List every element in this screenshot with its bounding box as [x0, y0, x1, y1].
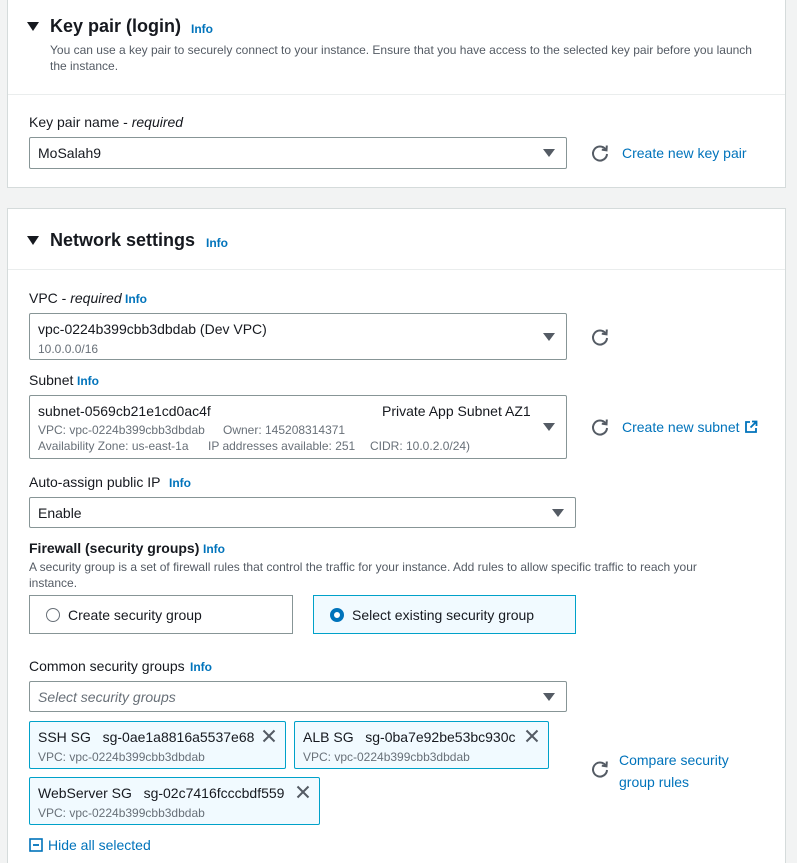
firewall-info-link[interactable]: Info [203, 542, 225, 556]
hide-all-selected-link[interactable]: Hide all selected [29, 837, 151, 853]
subnet-info-link[interactable]: Info [77, 374, 99, 388]
key-pair-description: You can use a key pair to securely conne… [50, 43, 752, 73]
key-pair-panel: Key pair (login) Info You can use a key … [7, 0, 786, 188]
chevron-down-icon [543, 423, 555, 431]
vpc-info-link[interactable]: Info [125, 292, 147, 306]
network-settings-title: Network settings [50, 230, 196, 250]
key-pair-title: Key pair (login) [50, 16, 182, 36]
key-pair-name-label: Key pair name - required [29, 114, 184, 130]
firewall-label: Firewall (security groups) [29, 540, 200, 556]
public-ip-info-link[interactable]: Info [169, 476, 191, 490]
create-subnet-link[interactable]: Create new subnet [622, 419, 758, 435]
radio-button[interactable] [46, 608, 60, 622]
compare-security-group-rules-link[interactable]: Compare security group rules [619, 749, 729, 793]
collapse-square-icon [29, 838, 43, 852]
key-pair-info-link[interactable]: Info [191, 22, 213, 36]
refresh-icon[interactable] [590, 417, 610, 437]
key-pair-select[interactable]: MoSalah9 [29, 137, 567, 169]
radio-button-selected[interactable] [330, 608, 344, 622]
collapse-caret-icon[interactable] [27, 22, 39, 31]
subnet-select[interactable]: subnet-0569cb21e1cd0ac4f Private App Sub… [29, 395, 567, 459]
remove-token-icon[interactable] [296, 785, 310, 799]
chevron-down-icon [543, 333, 555, 341]
refresh-icon[interactable] [590, 143, 610, 163]
common-sg-label: Common security groups [29, 658, 185, 674]
collapse-caret-icon[interactable] [27, 236, 39, 245]
vpc-select[interactable]: vpc-0224b399cbb3dbdab (Dev VPC) 10.0.0.0… [29, 313, 567, 360]
network-settings-panel: Network settings Info VPC - required Inf… [7, 208, 786, 863]
common-sg-info-link[interactable]: Info [190, 660, 212, 674]
sg-token-ssh: SSH SG sg-0ae1a8816a5537e68 VPC: vpc-022… [29, 721, 286, 769]
chevron-down-icon [543, 693, 555, 701]
public-ip-label: Auto-assign public IP [29, 474, 161, 490]
remove-token-icon[interactable] [262, 729, 276, 743]
vpc-label: VPC - required [29, 290, 122, 306]
chevron-down-icon [552, 509, 564, 517]
refresh-icon[interactable] [590, 327, 610, 347]
public-ip-select[interactable]: Enable [29, 497, 576, 528]
chevron-down-icon [543, 149, 555, 157]
security-groups-select[interactable]: Select security groups [29, 681, 567, 712]
firewall-description: A security group is a set of firewall ru… [29, 560, 697, 590]
network-settings-header: Network settings Info [8, 209, 785, 270]
sg-token-webserver: WebServer SG sg-02c7416fcccbdf559 VPC: v… [29, 777, 320, 825]
network-info-link[interactable]: Info [206, 236, 228, 250]
create-key-pair-link[interactable]: Create new key pair [622, 145, 747, 161]
radio-select-existing-security-group[interactable]: Select existing security group [313, 595, 576, 634]
refresh-icon[interactable] [590, 759, 610, 779]
remove-token-icon[interactable] [525, 729, 539, 743]
subnet-label: Subnet [29, 372, 74, 388]
sg-token-alb: ALB SG sg-0ba7e92be53bc930c VPC: vpc-022… [294, 721, 549, 769]
key-pair-header: Key pair (login) Info You can use a key … [8, 0, 785, 95]
external-link-icon [744, 420, 757, 433]
radio-create-security-group[interactable]: Create security group [29, 595, 293, 634]
